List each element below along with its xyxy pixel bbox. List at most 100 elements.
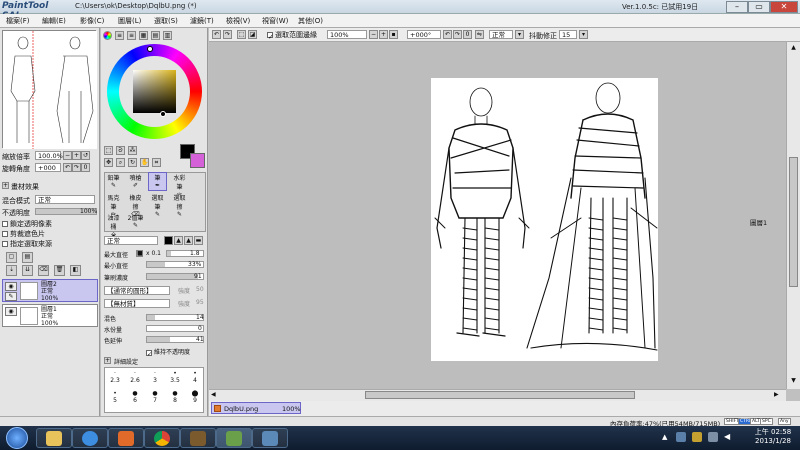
menu-filter[interactable]: 濾鏡(T) [190,16,214,26]
hsv-slider-tab[interactable]: ≡ [127,31,136,40]
clear-layer-icon[interactable]: ⌫ [38,265,49,276]
zoom-icon[interactable]: ⌕ [116,158,125,167]
horizontal-scrollbar[interactable]: ◀ ▶ [209,389,786,401]
zoom-out-button[interactable]: − [63,151,72,160]
taskbar-explorer[interactable] [36,428,72,448]
taskbar-chrome[interactable] [144,428,180,448]
taskbar-window[interactable] [252,428,288,448]
magic-wand-icon[interactable]: ⁂ [128,146,137,155]
rotate-field[interactable]: +000 [35,163,61,172]
zoom-in-button[interactable]: + [72,151,81,160]
toolbar-rotate-select[interactable]: +000° [407,30,441,39]
brush-pen[interactable]: 筆 ✒ [148,172,167,191]
vertical-scroll-thumb[interactable] [789,157,798,287]
vertical-scrollbar[interactable]: ▲ ▼ [786,42,800,389]
edge-softer-icon[interactable]: ▬ [194,236,203,245]
toolbar-rotate-cw[interactable]: ↷ [453,30,462,39]
navigator-preview[interactable] [2,30,97,149]
brush-effects-header[interactable]: + 畫材效果 [2,182,98,192]
minimize-button[interactable]: – [726,1,748,13]
max-size-mult[interactable]: x 0.1 [146,250,161,257]
edge-mid-icon[interactable]: ▲ [174,236,183,245]
tray-arrow-icon[interactable]: ▲ [662,433,670,441]
stabilizer-select[interactable]: 15 [559,30,577,39]
preset-dot[interactable]: • 4 [185,370,205,384]
edge-soft-icon[interactable]: ▲ [184,236,193,245]
lasso-icon[interactable]: ᘐ [116,146,125,155]
stabilizer-dropdown-icon[interactable]: ▾ [579,30,588,39]
scroll-up-icon[interactable]: ▲ [789,44,798,53]
rotate-cw-button[interactable]: ↷ [72,163,81,172]
hue-marker[interactable] [147,46,153,52]
toolbar-zoom-reset[interactable]: ▪ [389,30,398,39]
zoom-reset-button[interactable]: ↺ [81,151,90,160]
network-icon[interactable] [708,432,718,442]
rotate-ccw-button[interactable]: ↶ [63,163,72,172]
new-layer-icon[interactable]: ▢ [6,252,17,263]
antialias-toggle[interactable]: ✓選取范圍邊緣 [267,30,317,41]
eyedropper-icon[interactable]: ⌗ [152,158,161,167]
document-tab[interactable]: DqlbU.png 100% [211,402,301,414]
deselect-icon[interactable]: ⬚ [237,30,246,39]
keep-opacity-row[interactable]: ✓ 維持不透明度 [104,347,207,358]
layer-item-1[interactable]: ◉ 圖層1 正常 100% [2,304,98,327]
redo-icon[interactable]: ↷ [223,30,232,39]
taskbar-app[interactable] [180,428,216,448]
maximize-button[interactable]: ▭ [748,1,770,13]
tray-app-icon[interactable] [676,432,686,442]
menu-select[interactable]: 選取(S) [154,16,178,26]
toolbar-rotate-ccw[interactable]: ↶ [443,30,452,39]
menu-image[interactable]: 影像(C) [80,16,104,26]
drawing-canvas[interactable] [431,78,658,361]
preset-dot[interactable]: ● 7 [145,390,165,404]
layer-mask-icon[interactable]: ◧ [70,265,81,276]
brush-eraser[interactable]: 橡皮擦 ⌫ [127,193,144,218]
selection-source-row[interactable]: 指定選取來源 [2,239,98,249]
brush-airbrush[interactable]: 噴槍 ✐ [127,173,144,190]
preset-dot[interactable]: · 3 [145,370,165,384]
brush-pencil[interactable]: 鉛筆 ✎ [105,173,122,190]
new-set-icon[interactable]: ▤ [22,252,33,263]
move-icon[interactable]: ✥ [104,158,113,167]
layer-item-2[interactable]: ◉ ✎ 圖層2 正常 100% [2,279,98,302]
brush-mode-select[interactable]: 正常 [104,236,158,245]
preserve-opacity-checkbox[interactable] [2,221,8,227]
preset-dot[interactable]: ● 8 [165,390,185,404]
color-wheel[interactable] [107,44,202,139]
preset-dot[interactable]: · 2.6 [125,370,145,384]
preserve-opacity-row[interactable]: 鎖定透明像素 [2,219,98,229]
size-checkbox[interactable]: ■ [136,250,143,257]
sv-marker[interactable] [160,111,166,117]
brush-binary[interactable]: 2值筆 ✎ [127,213,144,230]
flip-horizontal-icon[interactable]: ⇋ [475,30,484,39]
rotate-icon[interactable]: ↻ [128,158,137,167]
eye-icon[interactable]: ◉ [5,307,17,316]
brush-deselect[interactable]: 選取擦 ✎ [171,193,188,218]
merge-down-icon[interactable]: ⇊ [22,265,33,276]
sv-square[interactable] [133,70,176,113]
color-wheel-tab[interactable] [103,31,112,40]
toolbar-zoom-in[interactable]: + [379,30,388,39]
scroll-right-icon[interactable]: ▶ [774,391,783,400]
undo-icon[interactable]: ↶ [212,30,221,39]
rgb-slider-tab[interactable]: ≡ [115,31,124,40]
swatch-tab[interactable]: ▦ [139,31,148,40]
antialias-checkbox[interactable]: ✓ [267,32,274,41]
brush-marker[interactable]: 馬克筆 ✏ [105,193,122,218]
brush-texture-select[interactable]: 【無材質】 [104,299,170,308]
palette-tab[interactable]: ▤ [151,31,160,40]
brush-watercolor[interactable]: 水彩筆 ✑ [171,173,188,198]
clipping-row[interactable]: 剪裁遮色片 [2,229,98,239]
preset-dot[interactable]: • 5 [105,390,125,404]
preset-dot[interactable]: · 2.3 [105,370,125,384]
menu-view[interactable]: 檢視(V) [226,16,250,26]
detail-settings-row[interactable]: + 詳細設定 [104,357,207,366]
toolbar-rotate-reset[interactable]: 0 [463,30,472,39]
taskbar-ie[interactable] [72,428,108,448]
toolbar-mode-select[interactable]: 正常 [489,30,513,39]
scroll-left-icon[interactable]: ◀ [211,391,220,400]
blend-mode-select[interactable]: 正常 [35,195,95,204]
edge-hard-icon[interactable] [164,236,173,245]
zoom-field[interactable]: 100.0% [35,151,63,160]
menu-other[interactable]: 其他(O) [298,16,323,26]
